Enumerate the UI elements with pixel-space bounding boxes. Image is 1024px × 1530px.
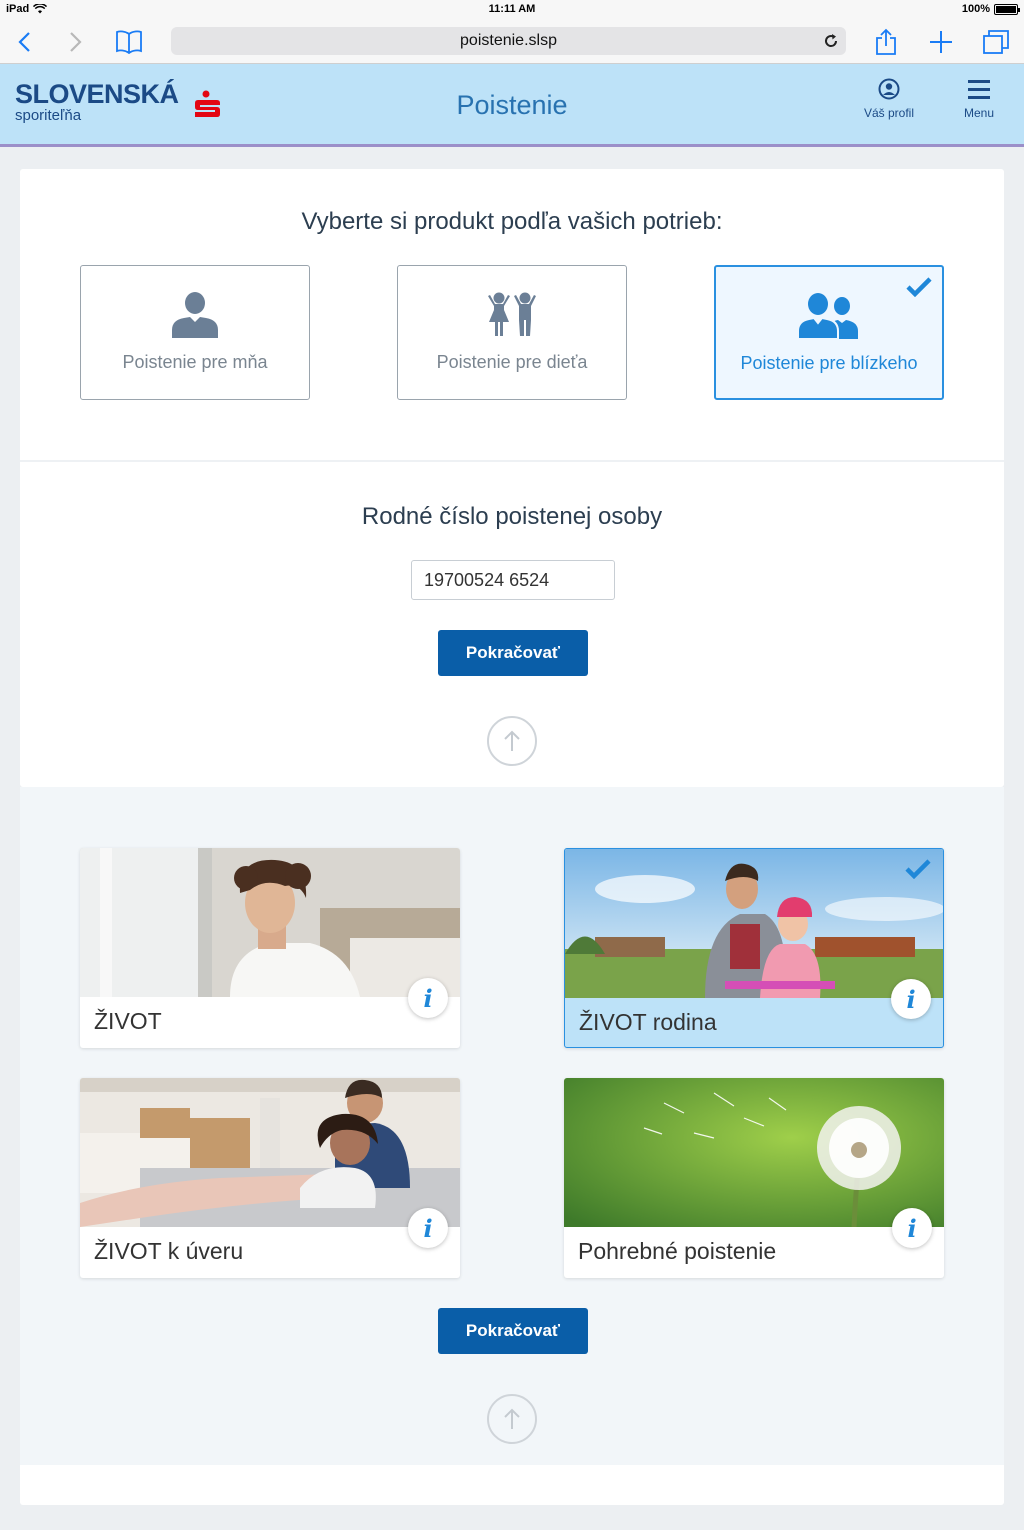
product-name: ŽIVOT [94, 1008, 162, 1034]
info-icon[interactable]: i [408, 1208, 448, 1248]
children-icon [488, 292, 536, 336]
scroll-up-button[interactable] [487, 716, 537, 766]
option-for-me[interactable]: Poistenie pre mňa [80, 265, 310, 400]
profile-button[interactable]: Váš profil [862, 78, 916, 120]
status-time: 11:11 AM [488, 3, 536, 15]
battery-icon [994, 3, 1020, 15]
continue-button-products[interactable]: Pokračovať [438, 1308, 588, 1354]
option-for-child[interactable]: Poistenie pre dieťa [397, 265, 627, 400]
battery-percent: 100% [961, 3, 990, 15]
product-card-pohrebne-poistenie[interactable]: Pohrebné poistenie i [564, 1078, 944, 1278]
info-icon[interactable]: i [408, 978, 448, 1018]
back-icon[interactable] [8, 26, 40, 58]
url-text: poistenie.slsp [460, 32, 557, 49]
share-icon[interactable] [870, 26, 902, 58]
option-label: Poistenie pre mňa [122, 352, 268, 372]
menu-label: Menu [963, 106, 995, 120]
product-image-family [565, 849, 943, 998]
status-bar: iPad 11:11 AM 100% [0, 0, 1024, 20]
reload-icon[interactable] [822, 32, 840, 50]
arrow-up-icon [504, 1408, 520, 1429]
product-name: ŽIVOT rodina [579, 1009, 717, 1035]
info-icon[interactable]: i [891, 979, 931, 1019]
app-header: SLOVENSKÁ sporiteľňa Poistenie Váš profi… [0, 64, 1024, 147]
product-name: Pohrebné poistenie [578, 1238, 777, 1264]
scroll-up-button[interactable] [487, 1394, 537, 1444]
hamburger-icon [968, 80, 990, 99]
info-icon[interactable]: i [892, 1208, 932, 1248]
product-image-man [80, 848, 460, 997]
two-persons-icon [797, 293, 858, 340]
product-name: ŽIVOT k úveru [94, 1238, 244, 1264]
bookmarks-icon[interactable] [113, 26, 145, 58]
address-bar[interactable]: poistenie.slsp [171, 27, 846, 55]
new-tab-icon[interactable] [925, 26, 957, 58]
profile-label: Váš profil [863, 106, 915, 120]
birth-number-input[interactable] [411, 560, 615, 600]
continue-button[interactable]: Pokračovať [438, 630, 588, 676]
birth-number-label: Rodné číslo poistenej osoby [361, 503, 663, 530]
checkmark-icon [905, 859, 931, 879]
product-card-zivot[interactable]: ŽIVOT i [80, 848, 460, 1048]
option-label: Poistenie pre blízkeho [740, 353, 918, 373]
product-card-zivot-k-uveru[interactable]: ŽIVOT k úveru i [80, 1078, 460, 1278]
browser-toolbar: poistenie.slsp [0, 20, 1024, 64]
selection-panel [20, 169, 1004, 787]
person-icon [172, 292, 218, 338]
user-circle-icon [878, 78, 900, 100]
forward-icon[interactable] [60, 26, 92, 58]
product-image-couple [80, 1078, 460, 1227]
menu-button[interactable]: Menu [957, 78, 1001, 120]
option-for-relative[interactable]: Poistenie pre blízkeho [714, 265, 944, 400]
product-image-dandelion [564, 1078, 944, 1227]
arrow-up-icon [504, 730, 520, 751]
panel-footer [20, 1465, 1004, 1505]
product-card-zivot-rodina[interactable]: ŽIVOT rodina i [564, 848, 944, 1048]
tabs-icon[interactable] [980, 26, 1012, 58]
selection-question: Vyberte si produkt podľa vašich potrieb: [301, 208, 723, 235]
option-label: Poistenie pre dieťa [436, 352, 588, 372]
section-divider [20, 460, 1004, 462]
